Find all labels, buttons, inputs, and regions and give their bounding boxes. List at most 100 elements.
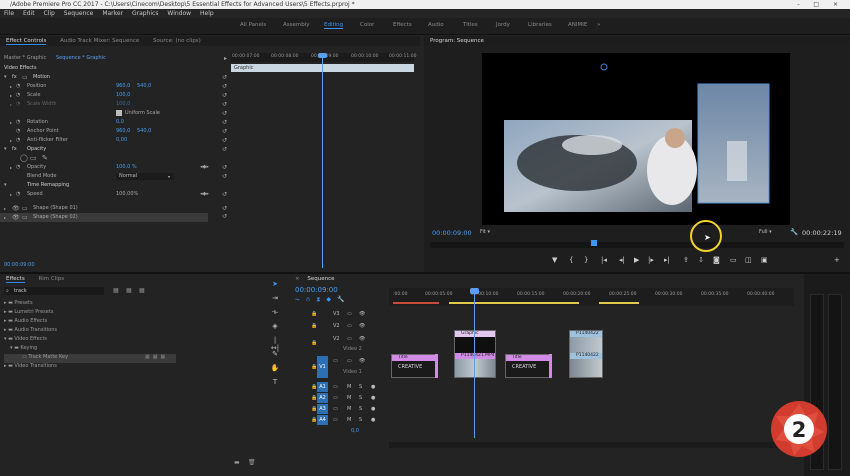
blend-mode-select[interactable]: Normal [116,173,174,180]
ec-row-rotation[interactable]: ▸ ◔ Rotation 0,0 ↺ [0,118,230,127]
pen-mask-icon[interactable]: ✎ [42,154,48,163]
sync-icon[interactable]: ▭ [347,336,352,342]
toggle-arrow-icon[interactable]: ▸ [4,213,6,222]
hand-tool-icon[interactable]: ✋ [270,364,280,373]
antiflicker-value[interactable]: 0,00 [116,136,127,145]
clip-p2-stack[interactable]: P1140422 P1140422 [569,330,603,378]
ec-row-anchor[interactable]: ◔ Anchor Point 960,0 540,0 ↺ [0,127,230,136]
ec-row-time-remap[interactable]: ▾ Time Remapping [0,181,230,190]
toggle-arrow-icon[interactable]: ▾ [4,73,7,82]
stopwatch-icon[interactable]: ◔ [16,82,20,91]
sync-icon[interactable]: ▭ [347,323,352,329]
reset-icon[interactable]: ↺ [222,145,227,154]
add-button-icon[interactable]: + [834,256,840,264]
eye-icon[interactable]: 👁 [12,213,20,222]
close-icon[interactable]: × [295,276,300,282]
toggle-arrow-icon[interactable]: ▸ [10,163,12,172]
stopwatch-icon[interactable]: ◔ [16,118,20,127]
track-header-v2[interactable]: 🔒 V2 ▭ 👁 Video 2 [303,334,389,356]
mute-icon[interactable]: M [347,395,351,401]
menu-window[interactable]: Window [167,10,191,17]
expand-arrow-icon[interactable]: ▸ [224,55,227,62]
track-header-v2-empty[interactable]: 🔒 V2 ▭ 👁 [303,321,389,333]
menu-edit[interactable]: Edit [23,10,35,17]
ec-playhead[interactable] [322,53,323,268]
tree-item-lumetri[interactable]: ▸ ▬ Lumetri Presets [4,309,262,318]
stopwatch-icon[interactable]: ◔ [16,190,20,199]
program-scrub-bar[interactable] [430,242,844,248]
selection-tool-icon[interactable]: ➤ [270,280,280,289]
track-header-a4[interactable]: 🔒 A4 ▭ M S ● [303,415,389,426]
toggle-arrow-icon[interactable]: ▸ [10,190,12,199]
solo-icon[interactable]: S [359,406,362,412]
go-to-out-icon[interactable]: ▸| [664,256,670,264]
menu-help[interactable]: Help [200,10,214,17]
program-video-frame[interactable] [482,53,790,225]
tab-program[interactable]: Program: Sequence [430,38,484,44]
ec-row-opacity-header[interactable]: ▾ fx Opacity ↺ [0,145,230,154]
reset-icon[interactable]: ↺ [222,213,227,220]
master-volume-value[interactable]: 0,0 [351,428,359,434]
eye-icon[interactable]: 👁 [359,358,365,364]
mic-icon[interactable]: ● [371,417,375,423]
export-frame-icon[interactable]: ◙ [713,256,720,264]
sync-icon[interactable]: ▭ [333,395,338,401]
workspace-titles[interactable]: Titles [463,22,478,28]
reset-icon[interactable]: ↺ [222,109,227,118]
reset-icon[interactable]: ↺ [222,118,227,127]
program-playhead[interactable] [591,240,597,246]
yuv-effects-icon[interactable]: ▦ [139,287,145,294]
menu-sequence[interactable]: Sequence [64,10,94,17]
mic-icon[interactable]: ● [371,384,375,390]
track-header-a1[interactable]: 🔒 A1 ▭ M S ● [303,382,389,393]
menu-clip[interactable]: Clip [44,10,55,17]
stopwatch-icon[interactable]: ◔ [16,163,20,172]
anchor-y-value[interactable]: 540,0 [137,127,151,136]
reset-icon[interactable]: ↺ [222,136,227,145]
type-tool-icon[interactable]: T [270,378,280,387]
mic-icon[interactable]: ● [371,406,375,412]
workspace-animie[interactable]: ANIMIE [568,22,587,28]
track-header-v1[interactable]: 🔒 V1 ▭ ▭ 👁 Video 1 [303,356,389,380]
ec-row-opacity[interactable]: ▸ ◔ Opacity 100,0 % ◂◆▸ ↺ [0,163,230,172]
eye-icon[interactable]: 👁 [359,323,365,329]
toggle-arrow-icon[interactable]: ▸ [10,118,12,127]
razor-tool-icon[interactable]: ◈ [270,322,280,331]
mute-icon[interactable]: M [347,406,351,412]
eye-icon[interactable]: 👁 [359,336,365,342]
track-label-a3[interactable]: A3 [317,404,328,414]
new-bin-icon[interactable]: ▬ [234,459,240,466]
lock-icon[interactable]: 🔒 [311,323,317,329]
track-label-a1[interactable]: A1 [317,382,328,392]
timeline-toggles-icon[interactable]: ⥊∩⧗◆🔧 [295,296,351,304]
track-label-v3[interactable]: V3 [333,311,340,317]
reset-icon[interactable]: ↺ [222,100,227,109]
menu-graphics[interactable]: Graphics [132,10,159,17]
ec-row-uniform-scale[interactable]: Uniform Scale ↺ [0,109,230,118]
reset-icon[interactable]: ↺ [222,172,227,181]
lock-icon[interactable]: 🔒 [311,340,317,346]
solo-icon[interactable]: S [359,395,362,401]
clip-title-2[interactable]: Title CREATIVE [505,354,551,378]
position-y-value[interactable]: 540,0 [137,82,151,91]
reset-icon[interactable]: ↺ [222,73,227,82]
ec-playhead-handle[interactable] [318,53,327,58]
workspace-color[interactable]: Color [360,22,374,28]
menu-file[interactable]: File [4,10,14,17]
go-to-in-icon[interactable]: |◂ [601,256,607,264]
sync-icon[interactable]: ▭ [333,417,338,423]
fit-zoom-select[interactable]: Fit ▾ [480,229,506,237]
reset-icon[interactable]: ↺ [222,163,227,172]
reset-icon[interactable]: ↺ [222,82,227,91]
extract-icon[interactable]: ⇩ [698,256,704,264]
tree-item-video-effects[interactable]: ▾ ▬ Video Effects [4,336,262,345]
toggle-arrow-icon[interactable]: ▸ [10,91,12,100]
track-label-v2b[interactable]: V2 [333,336,340,342]
track-label-a2[interactable]: A2 [317,393,328,403]
ec-row-shape2[interactable]: ▸ 👁 ▭ Shape (Shape 02) [0,213,208,222]
sync-icon[interactable]: ▭ [347,311,352,317]
ec-row-speed[interactable]: ▸ ◔ Speed 100,00% ◂◆▸ ↺ [0,190,230,199]
speed-value[interactable]: 100,00% [116,190,138,199]
mic-icon[interactable]: ● [371,395,375,401]
solo-icon[interactable]: S [359,384,362,390]
